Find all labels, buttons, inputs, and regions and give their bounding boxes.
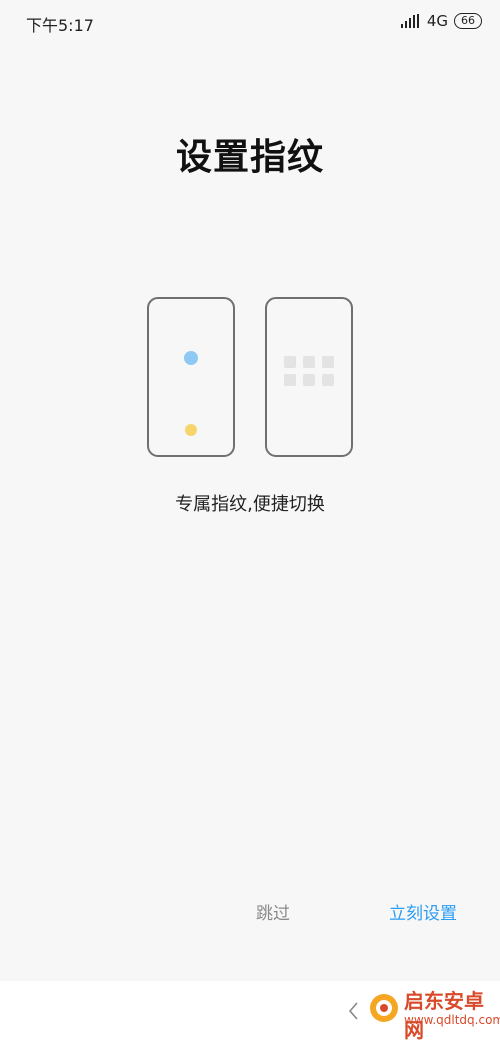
status-time: 下午5:17	[26, 16, 94, 35]
navigation-bar: 启东安卓网 www.qdltdq.com	[0, 981, 500, 1041]
watermark-url: www.qdltdq.com	[404, 1013, 500, 1027]
battery-icon: 66	[454, 13, 482, 29]
back-icon[interactable]	[344, 999, 364, 1023]
page-title: 设置指纹	[175, 137, 324, 178]
phone-illustration	[147, 297, 353, 457]
fingerprint-setup-screen: 下午5:17 4G 66 设置指纹 专属指纹,便捷切换 跳过 立刻设置 启东安卓…	[0, 0, 500, 1041]
status-indicators: 4G 66	[400, 12, 482, 30]
watermark-icon	[370, 994, 398, 1022]
phone-right-icon	[265, 297, 353, 457]
page-subtitle: 专属指纹,便捷切换	[175, 494, 325, 515]
network-type-label: 4G	[426, 12, 448, 30]
watermark-logo: 启东安卓网 www.qdltdq.com	[368, 982, 500, 1041]
phone-left-icon	[147, 297, 235, 457]
signal-strength-icon	[400, 14, 419, 28]
status-bar: 下午5:17 4G 66	[0, 0, 500, 44]
skip-button[interactable]: 跳过	[238, 899, 308, 929]
setup-now-button[interactable]: 立刻设置	[378, 899, 468, 929]
